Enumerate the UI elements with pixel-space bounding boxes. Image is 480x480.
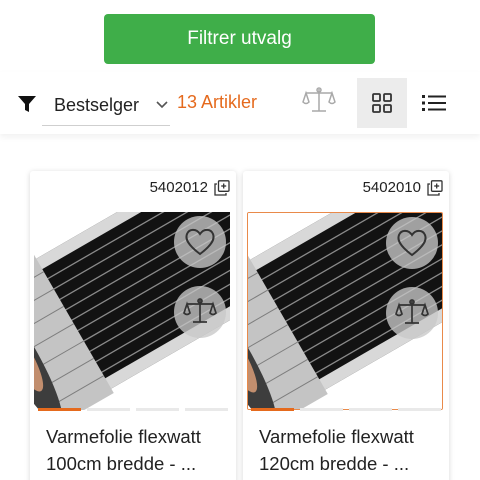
article-count: 13 Artikler bbox=[177, 92, 258, 112]
copy-icon[interactable] bbox=[214, 180, 230, 196]
carousel-dot[interactable] bbox=[251, 408, 294, 411]
filter-button-label: Filtrer utvalg bbox=[187, 28, 292, 49]
product-title[interactable]: Varmefolie flexwatt 120cm bredde - ... bbox=[259, 423, 445, 477]
filter-icon[interactable] bbox=[18, 96, 36, 112]
product-sku: 5402012 bbox=[149, 179, 208, 196]
product-toolbar: Bestselger 13 Artikler bbox=[0, 72, 480, 134]
carousel-dot[interactable] bbox=[38, 408, 81, 411]
compare-button[interactable] bbox=[386, 287, 438, 339]
grid-view-button[interactable] bbox=[357, 78, 407, 128]
product-title[interactable]: Varmefolie flexwatt 100cm bredde - ... bbox=[46, 423, 232, 477]
product-title-line: Varmefolie flexwatt bbox=[46, 426, 201, 447]
product-title-line: 100cm bredde - ... bbox=[46, 453, 197, 474]
scale-icon bbox=[183, 298, 217, 323]
list-view-icon[interactable] bbox=[422, 94, 446, 112]
heart-icon bbox=[185, 228, 215, 256]
product-image[interactable] bbox=[34, 212, 230, 410]
sort-select[interactable]: Bestselger bbox=[42, 86, 170, 126]
carousel-dot[interactable] bbox=[398, 408, 441, 411]
carousel-dot[interactable] bbox=[136, 408, 179, 411]
image-carousel-indicator[interactable] bbox=[38, 408, 228, 411]
carousel-dot[interactable] bbox=[185, 408, 228, 411]
wishlist-button[interactable] bbox=[386, 217, 438, 269]
wishlist-button[interactable] bbox=[174, 216, 226, 268]
filter-button[interactable]: Filtrer utvalg bbox=[104, 14, 375, 64]
compare-button[interactable] bbox=[174, 286, 226, 338]
product-title-line: 120cm bredde - ... bbox=[259, 453, 410, 474]
carousel-dot[interactable] bbox=[349, 408, 392, 411]
grid-view-icon bbox=[372, 93, 392, 113]
image-carousel-indicator[interactable] bbox=[251, 408, 441, 411]
scale-icon bbox=[395, 299, 429, 324]
copy-icon[interactable] bbox=[427, 180, 443, 196]
product-title-line: Varmefolie flexwatt bbox=[259, 426, 414, 447]
carousel-dot[interactable] bbox=[300, 408, 343, 411]
product-image[interactable] bbox=[247, 212, 443, 410]
product-card[interactable]: 5402010 Varmefolie flexwatt 120cm bredde… bbox=[243, 171, 449, 480]
carousel-dot[interactable] bbox=[87, 408, 130, 411]
sort-selected-label: Bestselger bbox=[54, 95, 140, 115]
product-card[interactable]: 5402012 Varmefolie flexwatt 100cm bredde… bbox=[30, 171, 236, 480]
chevron-down-icon bbox=[156, 101, 168, 109]
compare-scale-icon[interactable] bbox=[302, 86, 336, 116]
product-sku: 5402010 bbox=[362, 179, 421, 196]
heart-icon bbox=[397, 229, 427, 257]
